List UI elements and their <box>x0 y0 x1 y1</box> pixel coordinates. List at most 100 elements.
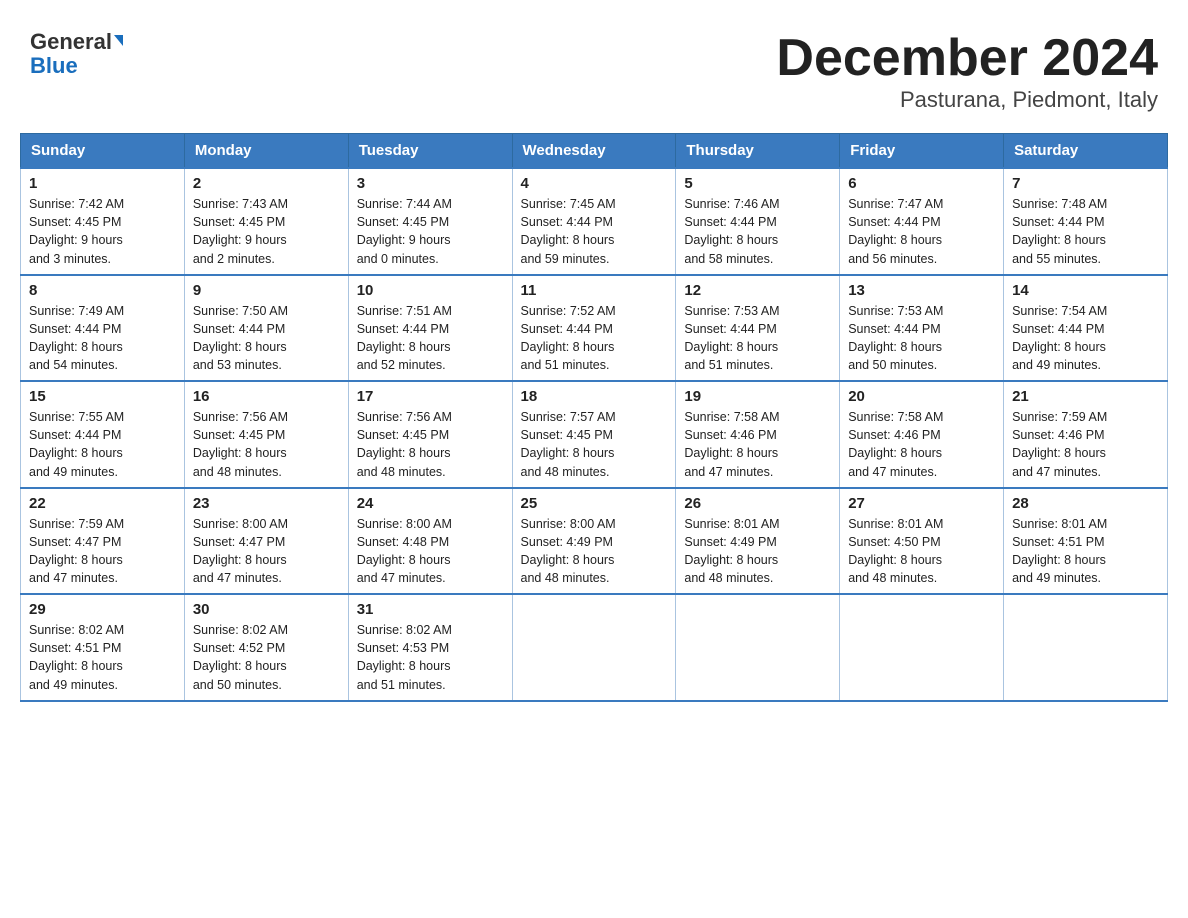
logo-general-text: General <box>30 29 112 54</box>
calendar-cell: 28 Sunrise: 8:01 AM Sunset: 4:51 PM Dayli… <box>1004 488 1168 595</box>
calendar-table: SundayMondayTuesdayWednesdayThursdayFrid… <box>20 133 1168 702</box>
calendar-cell: 24 Sunrise: 8:00 AM Sunset: 4:48 PM Dayli… <box>348 488 512 595</box>
day-number: 19 <box>684 388 831 405</box>
day-info: Sunrise: 7:48 AM Sunset: 4:44 PM Dayligh… <box>1012 195 1159 268</box>
calendar-cell: 31 Sunrise: 8:02 AM Sunset: 4:53 PM Dayli… <box>348 594 512 701</box>
calendar-cell: 7 Sunrise: 7:48 AM Sunset: 4:44 PM Daylig… <box>1004 168 1168 275</box>
calendar-cell: 19 Sunrise: 7:58 AM Sunset: 4:46 PM Dayli… <box>676 381 840 488</box>
day-info: Sunrise: 7:59 AM Sunset: 4:47 PM Dayligh… <box>29 515 176 588</box>
calendar-cell: 5Sunrise: 7:46 AM Sunset: 4:44 PM Daylig… <box>676 168 840 275</box>
day-number: 25 <box>521 495 668 512</box>
calendar-cell: 12 Sunrise: 7:53 AM Sunset: 4:44 PM Dayli… <box>676 275 840 382</box>
day-info: Sunrise: 7:59 AM Sunset: 4:46 PM Dayligh… <box>1012 408 1159 481</box>
day-info: Sunrise: 7:52 AM Sunset: 4:44 PM Dayligh… <box>521 302 668 375</box>
calendar-header-row: SundayMondayTuesdayWednesdayThursdayFrid… <box>21 134 1168 169</box>
column-header-thursday: Thursday <box>676 134 840 169</box>
day-number: 22 <box>29 495 176 512</box>
day-info: Sunrise: 7:53 AM Sunset: 4:44 PM Dayligh… <box>684 302 831 375</box>
calendar-cell: 21 Sunrise: 7:59 AM Sunset: 4:46 PM Dayli… <box>1004 381 1168 488</box>
calendar-cell: 27 Sunrise: 8:01 AM Sunset: 4:50 PM Dayli… <box>840 488 1004 595</box>
calendar-cell: 3Sunrise: 7:44 AM Sunset: 4:45 PM Daylig… <box>348 168 512 275</box>
day-info: Sunrise: 7:47 AM Sunset: 4:44 PM Dayligh… <box>848 195 995 268</box>
calendar-cell: 26 Sunrise: 8:01 AM Sunset: 4:49 PM Dayli… <box>676 488 840 595</box>
day-number: 7 <box>1012 175 1159 192</box>
day-number: 23 <box>193 495 340 512</box>
calendar-cell <box>1004 594 1168 701</box>
day-number: 9 <box>193 282 340 299</box>
calendar-week-row: 8Sunrise: 7:49 AM Sunset: 4:44 PM Daylig… <box>21 275 1168 382</box>
day-info: Sunrise: 7:43 AM Sunset: 4:45 PM Dayligh… <box>193 195 340 268</box>
day-info: Sunrise: 8:02 AM Sunset: 4:51 PM Dayligh… <box>29 621 176 694</box>
day-info: Sunrise: 8:02 AM Sunset: 4:53 PM Dayligh… <box>357 621 504 694</box>
day-number: 4 <box>521 175 668 192</box>
calendar-cell: 9 Sunrise: 7:50 AM Sunset: 4:44 PM Daylig… <box>184 275 348 382</box>
calendar-title-block: December 2024 Pasturana, Piedmont, Italy <box>776 30 1158 113</box>
calendar-week-row: 22 Sunrise: 7:59 AM Sunset: 4:47 PM Dayli… <box>21 488 1168 595</box>
day-info: Sunrise: 7:54 AM Sunset: 4:44 PM Dayligh… <box>1012 302 1159 375</box>
day-info: Sunrise: 7:58 AM Sunset: 4:46 PM Dayligh… <box>848 408 995 481</box>
calendar-location: Pasturana, Piedmont, Italy <box>776 87 1158 113</box>
day-info: Sunrise: 7:49 AM Sunset: 4:44 PM Dayligh… <box>29 302 176 375</box>
day-number: 28 <box>1012 495 1159 512</box>
day-info: Sunrise: 8:00 AM Sunset: 4:48 PM Dayligh… <box>357 515 504 588</box>
day-number: 15 <box>29 388 176 405</box>
day-info: Sunrise: 8:01 AM Sunset: 4:49 PM Dayligh… <box>684 515 831 588</box>
day-info: Sunrise: 7:45 AM Sunset: 4:44 PM Dayligh… <box>521 195 668 268</box>
day-info: Sunrise: 7:50 AM Sunset: 4:44 PM Dayligh… <box>193 302 340 375</box>
column-header-saturday: Saturday <box>1004 134 1168 169</box>
day-number: 3 <box>357 175 504 192</box>
day-number: 24 <box>357 495 504 512</box>
column-header-wednesday: Wednesday <box>512 134 676 169</box>
day-number: 10 <box>357 282 504 299</box>
day-number: 26 <box>684 495 831 512</box>
day-number: 2 <box>193 175 340 192</box>
day-number: 31 <box>357 601 504 618</box>
calendar-cell: 4 Sunrise: 7:45 AM Sunset: 4:44 PM Daylig… <box>512 168 676 275</box>
day-number: 6 <box>848 175 995 192</box>
calendar-cell: 2 Sunrise: 7:43 AM Sunset: 4:45 PM Daylig… <box>184 168 348 275</box>
day-number: 27 <box>848 495 995 512</box>
calendar-cell <box>840 594 1004 701</box>
calendar-cell: 15Sunrise: 7:55 AM Sunset: 4:44 PM Dayli… <box>21 381 185 488</box>
day-number: 12 <box>684 282 831 299</box>
day-info: Sunrise: 8:01 AM Sunset: 4:51 PM Dayligh… <box>1012 515 1159 588</box>
calendar-cell: 16 Sunrise: 7:56 AM Sunset: 4:45 PM Dayli… <box>184 381 348 488</box>
calendar-week-row: 15Sunrise: 7:55 AM Sunset: 4:44 PM Dayli… <box>21 381 1168 488</box>
day-info: Sunrise: 7:46 AM Sunset: 4:44 PM Dayligh… <box>684 195 831 268</box>
day-number: 30 <box>193 601 340 618</box>
calendar-cell: 20 Sunrise: 7:58 AM Sunset: 4:46 PM Dayli… <box>840 381 1004 488</box>
day-number: 14 <box>1012 282 1159 299</box>
calendar-cell: 10Sunrise: 7:51 AM Sunset: 4:44 PM Dayli… <box>348 275 512 382</box>
day-number: 16 <box>193 388 340 405</box>
calendar-cell: 1 Sunrise: 7:42 AM Sunset: 4:45 PM Daylig… <box>21 168 185 275</box>
logo-blue-text: Blue <box>30 53 78 78</box>
day-number: 29 <box>29 601 176 618</box>
day-info: Sunrise: 8:02 AM Sunset: 4:52 PM Dayligh… <box>193 621 340 694</box>
calendar-cell: 17Sunrise: 7:56 AM Sunset: 4:45 PM Dayli… <box>348 381 512 488</box>
logo: General Blue <box>30 30 123 78</box>
calendar-cell: 14 Sunrise: 7:54 AM Sunset: 4:44 PM Dayli… <box>1004 275 1168 382</box>
calendar-cell: 6 Sunrise: 7:47 AM Sunset: 4:44 PM Daylig… <box>840 168 1004 275</box>
day-info: Sunrise: 8:00 AM Sunset: 4:47 PM Dayligh… <box>193 515 340 588</box>
day-info: Sunrise: 7:42 AM Sunset: 4:45 PM Dayligh… <box>29 195 176 268</box>
day-info: Sunrise: 8:01 AM Sunset: 4:50 PM Dayligh… <box>848 515 995 588</box>
calendar-cell: 11Sunrise: 7:52 AM Sunset: 4:44 PM Dayli… <box>512 275 676 382</box>
day-info: Sunrise: 7:56 AM Sunset: 4:45 PM Dayligh… <box>193 408 340 481</box>
calendar-cell <box>512 594 676 701</box>
day-number: 13 <box>848 282 995 299</box>
column-header-friday: Friday <box>840 134 1004 169</box>
calendar-cell: 29 Sunrise: 8:02 AM Sunset: 4:51 PM Dayli… <box>21 594 185 701</box>
calendar-cell: 25Sunrise: 8:00 AM Sunset: 4:49 PM Dayli… <box>512 488 676 595</box>
calendar-cell <box>676 594 840 701</box>
page-header: General Blue December 2024 Pasturana, Pi… <box>20 20 1168 113</box>
day-number: 1 <box>29 175 176 192</box>
calendar-cell: 8Sunrise: 7:49 AM Sunset: 4:44 PM Daylig… <box>21 275 185 382</box>
calendar-cell: 23 Sunrise: 8:00 AM Sunset: 4:47 PM Dayli… <box>184 488 348 595</box>
day-info: Sunrise: 7:58 AM Sunset: 4:46 PM Dayligh… <box>684 408 831 481</box>
calendar-cell: 18Sunrise: 7:57 AM Sunset: 4:45 PM Dayli… <box>512 381 676 488</box>
column-header-tuesday: Tuesday <box>348 134 512 169</box>
day-number: 21 <box>1012 388 1159 405</box>
day-number: 18 <box>521 388 668 405</box>
calendar-cell: 30 Sunrise: 8:02 AM Sunset: 4:52 PM Dayli… <box>184 594 348 701</box>
day-number: 20 <box>848 388 995 405</box>
